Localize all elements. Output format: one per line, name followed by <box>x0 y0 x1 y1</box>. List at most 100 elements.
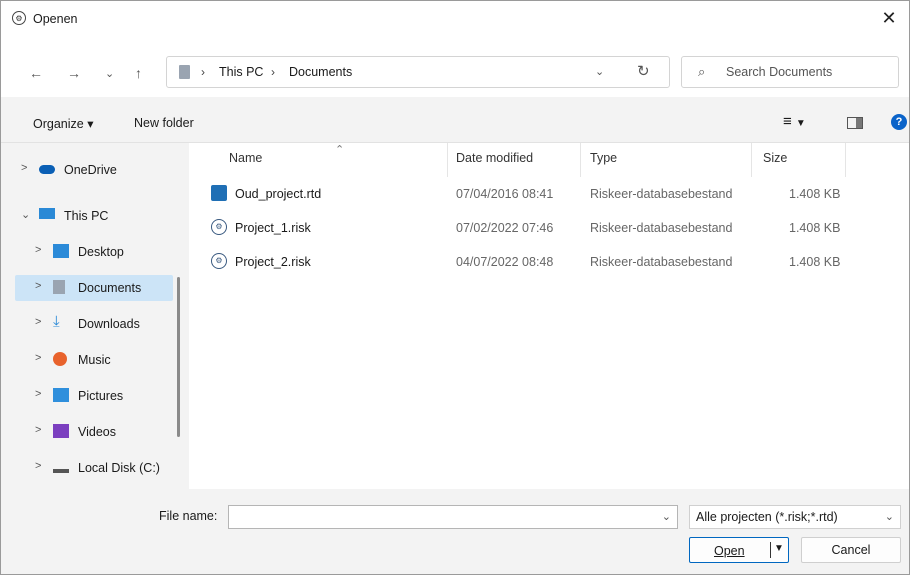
filter-value: Alle projecten (*.risk;*.rtd) <box>696 510 838 524</box>
sidebar-item-documents[interactable]: > Documents <box>15 275 173 301</box>
sidebar-item-label: Pictures <box>78 389 124 403</box>
sidebar-item-label: Downloads <box>78 317 140 331</box>
sidebar-item-downloads[interactable]: > ⤓ Downloads <box>29 311 173 337</box>
address-dropdown-icon[interactable]: ⌄ <box>595 65 604 78</box>
file-type-filter[interactable]: Alle projecten (*.risk;*.rtd) ⌄ <box>689 505 901 529</box>
file-type: Riskeer-databasebestand <box>590 221 733 235</box>
refresh-icon[interactable]: ↻ <box>637 62 650 80</box>
disk-icon <box>53 463 69 473</box>
close-button[interactable]: ✕ <box>869 1 909 37</box>
open-button[interactable]: Open ▼ <box>689 537 789 563</box>
sidebar-item-local-disk[interactable]: > Local Disk (C:) <box>29 455 173 481</box>
column-divider[interactable] <box>447 143 448 177</box>
breadcrumb-this-pc[interactable]: This PC <box>219 65 263 79</box>
title-bar: ⚙ Openen ✕ <box>1 1 909 37</box>
file-date: 07/02/2022 07:46 <box>456 221 554 235</box>
expand-icon[interactable]: > <box>35 424 41 436</box>
rtd-file-icon <box>211 185 227 201</box>
sidebar-item-pictures[interactable]: > Pictures <box>29 383 173 409</box>
column-divider[interactable] <box>751 143 752 177</box>
expand-icon[interactable]: > <box>35 316 41 328</box>
file-date: 07/04/2016 08:41 <box>456 187 554 201</box>
view-options-icon[interactable]: ≡ ▼ <box>783 113 806 130</box>
pictures-icon <box>53 388 69 402</box>
up-button[interactable]: ↑ <box>135 65 142 81</box>
sidebar-item-onedrive[interactable]: > OneDrive <box>15 157 175 183</box>
expand-icon[interactable]: > <box>35 352 41 364</box>
expand-icon[interactable]: > <box>35 460 41 472</box>
command-bar: Organize ▾ New folder ≡ ▼ ? <box>1 97 909 143</box>
collapse-icon[interactable]: ⌄ <box>21 208 30 221</box>
preview-pane-icon[interactable] <box>847 117 863 129</box>
sidebar-item-label: OneDrive <box>64 163 117 177</box>
sidebar-item-this-pc[interactable]: ⌄ This PC <box>15 203 175 229</box>
recent-locations-button[interactable]: ⌄ <box>105 67 114 80</box>
documents-folder-icon <box>53 280 65 294</box>
chevron-down-icon[interactable]: ⌄ <box>885 510 894 523</box>
column-header-date[interactable]: Date modified <box>456 151 533 165</box>
sidebar-item-label: Music <box>78 353 111 367</box>
computer-icon <box>39 208 55 219</box>
sort-ascending-icon: ⌃ <box>335 144 345 156</box>
open-options-dropdown-icon[interactable]: ▼ <box>774 543 784 554</box>
music-icon <box>53 352 67 366</box>
file-type: Riskeer-databasebestand <box>590 187 733 201</box>
preview-pane-fill <box>856 118 862 128</box>
column-header-type[interactable]: Type <box>590 151 617 165</box>
file-date: 04/07/2022 08:48 <box>456 255 554 269</box>
split-divider <box>770 542 771 558</box>
back-button[interactable]: ← <box>29 65 43 81</box>
search-icon: ⌕ <box>698 64 706 79</box>
chevron-down-icon[interactable]: ⌄ <box>662 510 671 523</box>
sidebar-scrollbar[interactable] <box>177 277 180 437</box>
file-row[interactable]: ⚙ Project_2.risk 04/07/2022 08:48 Riskee… <box>209 249 849 275</box>
risk-file-icon: ⚙ <box>211 219 227 235</box>
expand-icon[interactable]: > <box>35 244 41 256</box>
breadcrumb-separator: › <box>201 65 205 79</box>
sidebar-item-label: Documents <box>78 281 142 295</box>
expand-icon[interactable]: > <box>21 162 27 174</box>
file-size: 1.408 KB <box>789 221 841 235</box>
documents-icon <box>179 65 190 79</box>
sidebar-item-label: This PC <box>64 209 109 223</box>
open-dialog: ⚙ Openen ✕ ← → ⌄ ↑ › This PC › Documents… <box>0 0 910 575</box>
file-name: Project_1.risk <box>235 221 311 235</box>
videos-icon <box>53 424 69 438</box>
organize-button[interactable]: Organize ▾ <box>33 116 93 131</box>
file-row[interactable]: ⚙ Project_1.risk 07/02/2022 07:46 Riskee… <box>209 215 849 241</box>
column-divider[interactable] <box>845 143 846 177</box>
column-header-size[interactable]: Size <box>763 151 787 165</box>
sidebar-item-desktop[interactable]: > Desktop <box>29 239 173 265</box>
forward-button[interactable]: → <box>67 65 81 81</box>
file-name: Project_2.risk <box>235 255 311 269</box>
column-header-name[interactable]: Name <box>229 151 262 165</box>
file-size: 1.408 KB <box>789 187 841 201</box>
file-size: 1.408 KB <box>789 255 841 269</box>
file-name-field[interactable]: ⌄ <box>228 505 678 529</box>
file-name-label: File name: <box>159 509 218 523</box>
search-box[interactable]: ⌕ Search Documents <box>681 56 899 88</box>
download-icon: ⤓ <box>53 313 60 330</box>
search-input[interactable]: Search Documents <box>726 65 832 79</box>
riskeer-app-icon: ⚙ <box>12 11 26 25</box>
sidebar-item-videos[interactable]: > Videos <box>29 419 173 445</box>
sidebar-item-music[interactable]: > Music <box>29 347 173 373</box>
new-folder-button[interactable]: New folder <box>134 116 194 130</box>
risk-file-icon: ⚙ <box>211 253 227 269</box>
sidebar-item-label: Local Disk (C:) <box>78 461 160 475</box>
file-name: Oud_project.rtd <box>235 187 322 201</box>
help-icon[interactable]: ? <box>891 114 907 130</box>
window-title: Openen <box>33 12 78 26</box>
column-divider[interactable] <box>580 143 581 177</box>
breadcrumb-separator: › <box>271 65 275 79</box>
cancel-button[interactable]: Cancel <box>801 537 901 563</box>
expand-icon[interactable]: > <box>35 280 41 292</box>
file-list: Name ⌃ Date modified Type Size Oud_proje… <box>189 143 909 489</box>
address-bar[interactable]: › This PC › Documents ⌄ ↻ <box>166 56 670 88</box>
file-row[interactable]: Oud_project.rtd 07/04/2016 08:41 Riskeer… <box>209 181 849 207</box>
navigation-pane: > OneDrive ⌄ This PC > Desktop > Documen… <box>1 143 187 489</box>
expand-icon[interactable]: > <box>35 388 41 400</box>
breadcrumb-documents[interactable]: Documents <box>289 65 352 79</box>
dialog-footer: File name: ⌄ Alle projecten (*.risk;*.rt… <box>1 489 909 574</box>
navigation-bar: ← → ⌄ ↑ › This PC › Documents ⌄ ↻ ⌕ Sear… <box>1 37 909 97</box>
